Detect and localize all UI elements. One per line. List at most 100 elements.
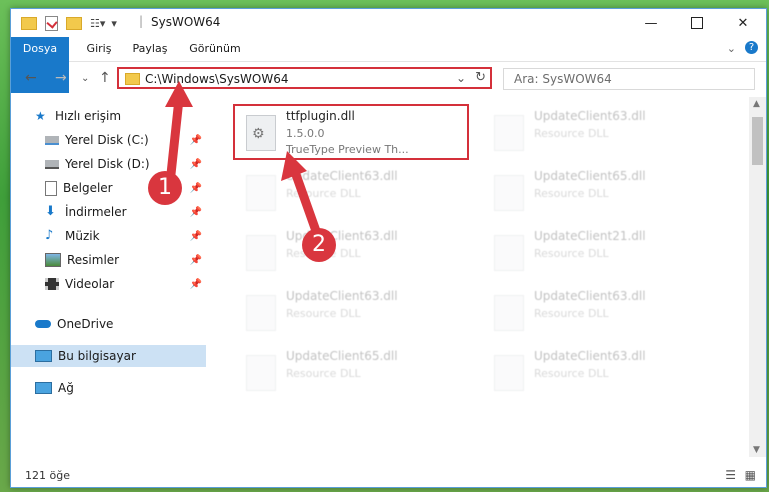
sidebar-item-local-disk-d[interactable]: Yerel Disk (D:) 📌 [11,153,206,175]
explorer-window: ☷▾ ▾ | SysWOW64 — ✕ Dosya Giriş Paylaş G… [10,8,767,488]
file-description: Resource DLL [286,367,361,380]
maximize-button[interactable] [674,9,720,37]
dll-file-icon [246,235,276,271]
file-description: Resource DLL [534,367,609,380]
address-bar[interactable]: C:\Windows\SysWOW64 ⌄ ↻ [117,67,492,89]
file-item[interactable]: UpdateClient65.dll Resource DLL [236,345,476,401]
file-name: UpdateClient65.dll [534,169,646,183]
file-description: Resource DLL [534,187,609,200]
forward-arrow-icon[interactable]: → [55,70,67,86]
address-path[interactable]: C:\Windows\SysWOW64 [145,72,289,86]
back-arrow-icon[interactable]: ← [25,70,37,86]
star-icon: ★ [35,109,46,123]
download-icon: ⬇ [45,204,56,219]
sidebar-item-videos[interactable]: Videolar 📌 [11,273,206,295]
scroll-down-icon[interactable]: ▼ [753,445,760,455]
customize-toolbar-icon[interactable]: ▾ [111,17,117,30]
scroll-up-icon[interactable]: ▲ [753,99,760,109]
close-icon: ✕ [737,15,749,31]
file-description: Resource DLL [534,127,609,140]
tab-share[interactable]: Paylaş [125,37,175,61]
pin-icon[interactable]: 📌 [190,255,202,266]
tab-home[interactable]: Giriş [79,37,119,61]
file-item[interactable]: UpdateClient63.dll Resource DLL [484,345,724,401]
pin-icon[interactable]: 📌 [190,135,202,146]
sidebar-item-label: Yerel Disk (C:) [65,133,149,147]
sidebar-item-music[interactable]: ♪ Müzik 📌 [11,225,206,247]
recent-locations-icon[interactable]: ⌄ [81,73,89,84]
file-name: UpdateClient63.dll [534,289,646,303]
help-icon[interactable]: ? [745,41,758,54]
search-box[interactable]: Ara: SysWOW64 [503,68,755,90]
file-item[interactable]: UpdateClient63.dll Resource DLL [236,285,476,341]
sidebar-item-quick-access[interactable]: ★ Hızlı erişim [11,105,206,127]
file-item[interactable]: UpdateClient65.dll Resource DLL [484,165,724,221]
file-item[interactable]: UpdateClient63.dll Resource DLL [236,165,476,221]
search-placeholder: Ara: SysWOW64 [514,72,612,86]
drive-icon [45,159,59,169]
sidebar-item-pictures[interactable]: Resimler 📌 [11,249,206,271]
dll-file-icon [494,175,524,211]
sidebar-item-label: Hızlı erişim [55,109,122,123]
computer-icon [35,350,52,362]
file-name: UpdateClient63.dll [286,289,398,303]
quick-access-toolbar: ☷▾ ▾ [21,15,117,31]
file-description: Resource DLL [286,187,361,200]
file-item[interactable]: UpdateClient63.dll Resource DLL [484,105,724,161]
sidebar-item-label: Videolar [65,277,115,291]
file-item[interactable]: UpdateClient63.dll Resource DLL [236,225,476,281]
new-folder-icon[interactable] [66,16,82,30]
sidebar-item-network[interactable]: Ağ [11,377,206,399]
network-icon [35,382,52,394]
dll-file-icon [246,175,276,211]
drive-icon [45,135,59,145]
sidebar-item-label: İndirmeler [65,205,127,219]
folder-icon[interactable] [21,16,37,30]
tab-view[interactable]: Görünüm [185,37,245,61]
sidebar-item-this-pc[interactable]: Bu bilgisayar [11,345,206,367]
pin-icon[interactable]: 📌 [190,207,202,218]
cloud-icon [35,320,51,328]
close-button[interactable]: ✕ [720,9,766,37]
file-item[interactable]: UpdateClient21.dll Resource DLL [484,225,724,281]
window-title: SysWOW64 [151,15,221,29]
document-icon [45,180,57,196]
file-name: UpdateClient63.dll [534,109,646,123]
ribbon-expand-icon[interactable]: ⌄ [727,42,736,55]
scrollbar-thumb[interactable] [752,117,763,165]
up-arrow-icon[interactable]: ↑ [99,70,111,86]
address-dropdown-icon[interactable]: ⌄ [456,71,466,85]
sidebar-item-downloads[interactable]: ⬇ İndirmeler 📌 [11,201,206,223]
sidebar-item-local-disk-c[interactable]: Yerel Disk (C:) 📌 [11,129,206,151]
dll-file-icon [494,355,524,391]
video-icon [45,278,59,290]
tiles-view-icon[interactable]: ▦ [745,468,756,482]
ribbon-tabs: Dosya Giriş Paylaş Görünüm ⌄ ? [11,37,766,93]
file-name: UpdateClient63.dll [534,349,646,363]
properties-icon[interactable] [45,15,58,31]
file-name: UpdateClient63.dll [286,169,398,183]
pin-icon[interactable]: 📌 [190,231,202,242]
details-view-icon[interactable]: ☰ [725,468,736,482]
pin-icon[interactable]: 📌 [190,279,202,290]
file-item[interactable]: UpdateClient63.dll Resource DLL [484,285,724,341]
maximize-icon [691,17,703,29]
refresh-icon[interactable]: ↻ [475,70,486,85]
file-description: Resource DLL [286,307,361,320]
file-name: UpdateClient65.dll [286,349,398,363]
file-name: UpdateClient21.dll [534,229,646,243]
music-icon: ♪ [45,228,54,243]
dll-file-icon [494,235,524,271]
pin-icon[interactable]: 📌 [190,159,202,170]
item-count: 121 öğe [25,469,70,482]
minimize-button[interactable]: — [628,9,674,37]
view-icon[interactable]: ☷▾ [90,17,105,30]
status-bar: 121 öğe ☰ ▦ [11,463,766,487]
annotation-marker-1: 1 [148,171,182,205]
pin-icon[interactable]: 📌 [190,183,202,194]
sidebar-item-label: OneDrive [57,317,114,331]
sidebar-item-onedrive[interactable]: OneDrive [11,313,206,335]
dll-file-icon [246,355,276,391]
title-bar: ☷▾ ▾ | SysWOW64 — ✕ [11,9,766,37]
vertical-scrollbar[interactable]: ▲ ▼ [749,97,766,457]
